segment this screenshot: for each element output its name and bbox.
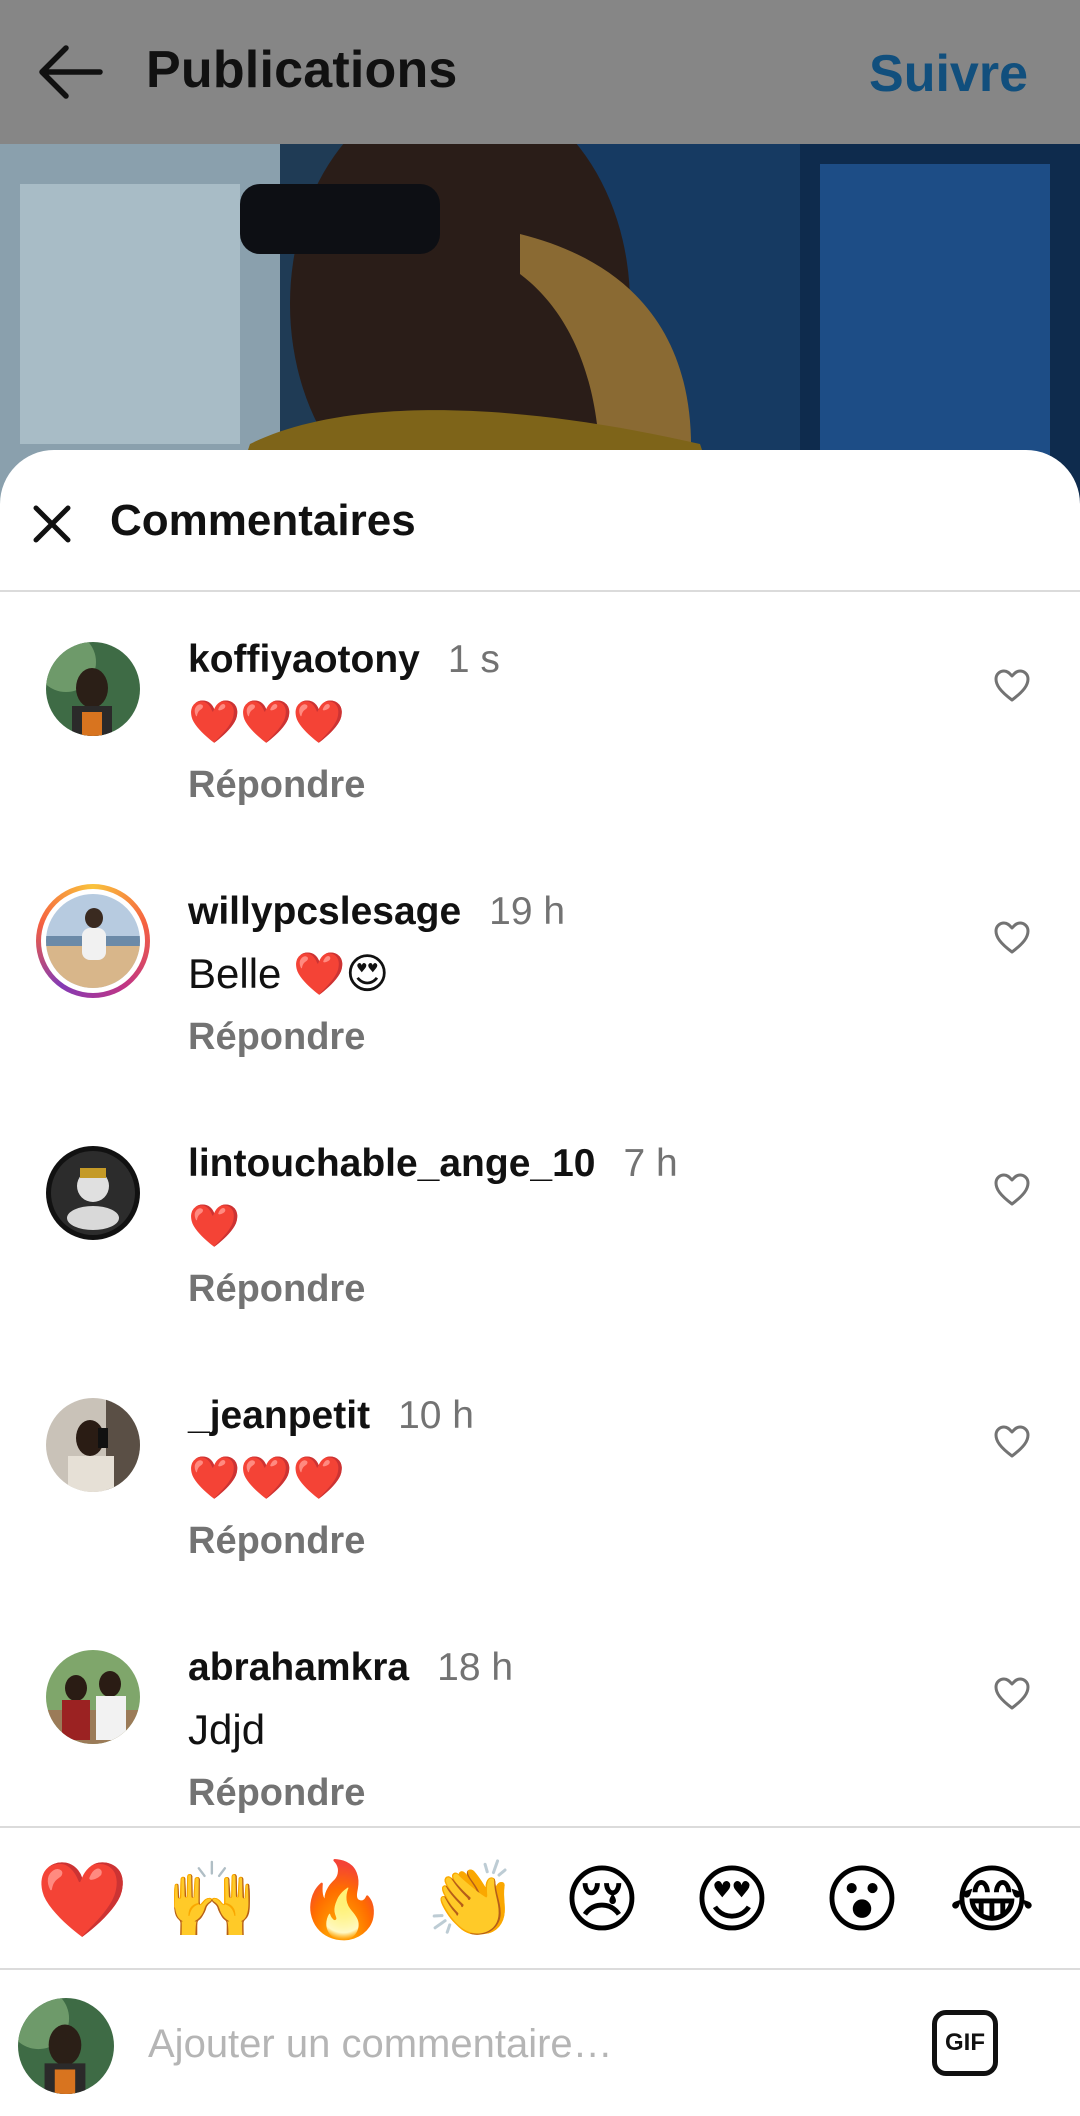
avatar[interactable] [46, 1146, 140, 1240]
comment-username[interactable]: willypcslesage 19 h [188, 890, 565, 934]
emoji-surprised[interactable]: 😮 [816, 1854, 908, 1946]
comment-time: 10 h [398, 1394, 474, 1437]
top-app-bar: Publications Suivre [0, 0, 1080, 144]
comment-input[interactable] [146, 2008, 890, 2080]
comment-username[interactable]: _jeanpetit 10 h [188, 1394, 474, 1438]
comment-time: 1 s [447, 638, 500, 681]
comment-text: ❤️❤️❤️ [188, 1454, 345, 1501]
close-button[interactable] [30, 502, 74, 546]
comments-sheet: Commentaires koffiyaotony 1 s ❤️❤️❤️ Répo… [0, 450, 1080, 2116]
sheet-title: Commentaires [110, 496, 416, 545]
comment-username[interactable]: koffiyaotony 1 s [188, 638, 500, 682]
comment-item: abrahamkra 18 h Jdjd Répondre [0, 1600, 1080, 1852]
comment-time: 19 h [489, 890, 566, 933]
heart-outline-icon [994, 669, 1030, 702]
comment-text: Jdjd [188, 1706, 266, 1753]
reply-button[interactable]: Répondre [188, 1520, 365, 1563]
gif-button[interactable]: GIF [932, 2010, 998, 2076]
emoji-reaction-bar: ❤️ 🙌 🔥 👏 😢 😍 😮 😂 [0, 1826, 1080, 1970]
arrow-left-icon [39, 45, 103, 99]
emoji-fire[interactable]: 🔥 [296, 1854, 388, 1946]
heart-outline-icon [994, 1173, 1030, 1206]
comment-item: willypcslesage 19 h Belle ❤️😍 Répondre [0, 844, 1080, 1096]
comment-text: ❤️❤️❤️ [188, 698, 345, 745]
heart-outline-icon [994, 1425, 1030, 1458]
comment-item: _jeanpetit 10 h ❤️❤️❤️ Répondre [0, 1348, 1080, 1600]
avatar[interactable] [46, 1398, 140, 1492]
story-ring[interactable] [36, 884, 150, 998]
emoji-crying[interactable]: 😢 [556, 1854, 648, 1946]
emoji-heart-eyes[interactable]: 😍 [686, 1854, 778, 1946]
page-title: Publications [146, 41, 458, 99]
emoji-clapping[interactable]: 👏 [426, 1854, 518, 1946]
comment-time: 7 h [623, 1142, 678, 1185]
heart-outline-icon [994, 1677, 1030, 1710]
emoji-raised-hands[interactable]: 🙌 [166, 1854, 258, 1946]
like-button[interactable] [993, 1172, 1031, 1208]
comment-input-bar: GIF [0, 1968, 1080, 2116]
reply-button[interactable]: Répondre [188, 1016, 365, 1059]
comment-item: koffiyaotony 1 s ❤️❤️❤️ Répondre [0, 592, 1080, 844]
avatar[interactable] [46, 1650, 140, 1744]
emoji-heart[interactable]: ❤️ [36, 1854, 128, 1946]
like-button[interactable] [993, 668, 1031, 704]
comment-item: lintouchable_ange_10 7 h ❤️ Répondre [0, 1096, 1080, 1348]
comment-username[interactable]: lintouchable_ange_10 7 h [188, 1142, 678, 1186]
reply-button[interactable]: Répondre [188, 1268, 365, 1311]
like-button[interactable] [993, 920, 1031, 956]
reply-button[interactable]: Répondre [188, 1772, 365, 1815]
comments-list: koffiyaotony 1 s ❤️❤️❤️ Répondre willypc… [0, 592, 1080, 1814]
current-user-avatar [18, 1998, 114, 2094]
heart-outline-icon [994, 921, 1030, 954]
like-button[interactable] [993, 1424, 1031, 1460]
comment-text: Belle ❤️😍 [188, 950, 390, 997]
avatar[interactable] [46, 642, 140, 736]
avatar [46, 894, 140, 988]
follow-button[interactable]: Suivre [869, 44, 1028, 104]
sheet-header: Commentaires [0, 450, 1080, 592]
comment-time: 18 h [437, 1646, 514, 1689]
close-icon [33, 505, 71, 543]
back-button[interactable] [34, 40, 106, 104]
reply-button[interactable]: Répondre [188, 764, 365, 807]
like-button[interactable] [993, 1676, 1031, 1712]
comment-username[interactable]: abrahamkra 18 h [188, 1646, 513, 1690]
comment-text: ❤️ [188, 1202, 241, 1249]
emoji-laughing[interactable]: 😂 [946, 1854, 1038, 1946]
